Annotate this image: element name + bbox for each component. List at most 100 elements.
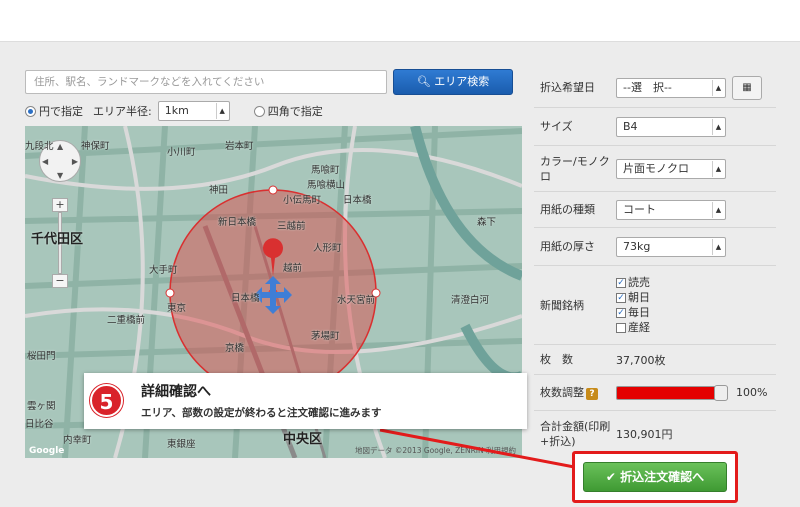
checkbox[interactable]: ✓ [616,292,626,303]
chevron-down-icon: ▲ [712,201,724,218]
map-label: 神田 [209,185,229,196]
adjust-percent: 100% [736,385,768,399]
map-label: 大手町 [149,265,178,276]
chevron-down-icon: ▲ [712,118,724,135]
map-label: 馬喰横山 [307,180,346,191]
map-label: 岩本町 [225,141,254,152]
map-label: 九段北 [25,141,54,152]
circle-radio-label: 円で指定 [39,105,83,118]
count-row: 枚 数 37,700枚 [534,345,776,375]
chevron-down-icon: ▲ [712,238,724,255]
square-radio[interactable] [253,105,265,117]
search-icon: 🔍︎ [416,75,431,88]
square-radio-label: 四角で指定 [267,105,323,118]
map-label: 東銀座 [167,439,196,450]
map-label: 清澄白河 [451,295,490,306]
newspaper-list: ✓ 読売 ✓ 朝日 ✓ 毎日 産経 [616,275,776,335]
newspaper-label: 新聞銘柄 [540,298,584,312]
map-label: 茅場町 [311,331,340,342]
zoom-in-button[interactable]: + [52,198,68,212]
map-label: 三越前 [277,221,306,232]
slider-knob[interactable] [714,384,728,401]
chevron-down-icon: ▲ [712,79,724,96]
total-label: 合計金額(印刷+折込) [540,420,611,448]
date-select[interactable]: --選 択-- ▲ [616,77,726,98]
map-label: 新日本橋 [218,217,257,228]
size-label: サイズ [540,120,573,133]
size-row: サイズ B4 ▲ [534,108,776,146]
count-label: 枚 数 [540,353,573,366]
paper-select[interactable]: コート ▲ [616,199,726,220]
order-confirm-button[interactable]: ✔ 折込注文確認へ [583,462,727,492]
map-label: 馬喰町 [311,165,340,176]
map-label: 東京 [167,303,187,314]
map-label: 水天宮前 [337,295,376,306]
newspaper-checkbox[interactable]: ✓ 毎日 [616,305,776,320]
map-label: 人形町 [313,243,342,254]
chevron-down-icon: ▲ [215,103,228,119]
thickness-label: 用紙の厚さ [540,240,595,253]
newspaper-checkbox[interactable]: ✓ 朝日 [616,290,776,305]
map-label: 二重橋前 [107,315,146,326]
newspaper-checkbox[interactable]: ✓ 読売 [616,275,776,290]
checkbox[interactable]: ✓ [616,307,626,318]
help-icon[interactable]: ? [586,388,598,400]
terms-link[interactable]: 利用規約 [486,446,516,455]
zoom-out-button[interactable]: − [52,274,68,288]
paper-label: 用紙の種類 [540,203,595,216]
step-number-badge: 5 [90,384,123,417]
circle-radio[interactable] [25,105,36,117]
map-label: 内幸町 [63,435,92,446]
google-logo: Google [29,446,65,456]
map-label: 桜田門 [27,351,56,362]
map-label: 雲ヶ関 [27,401,56,412]
map-label: 日本橋 [231,293,260,304]
newspaper-checkbox[interactable]: 産経 [616,320,776,335]
color-select[interactable]: 片面モノクロ ▲ [616,158,726,179]
thickness-row: 用紙の厚さ 73kg ▲ [534,228,776,266]
order-confirm-label: 折込注文確認へ [620,470,705,484]
calendar-button[interactable]: ▦ [732,75,762,100]
adjust-row: 枚数調整? 100% [534,375,776,411]
order-button-highlight: ✔ 折込注文確認へ [572,451,738,503]
callout-title: 詳細確認へ [141,384,211,400]
map-label: 越前 [283,263,303,274]
radius-label: エリア半径: [93,105,152,118]
area-search-button-label: エリア検索 [434,75,490,88]
total-value: 130,901円 [616,428,673,441]
count-value: 37,700枚 [616,353,666,367]
adjust-label: 枚数調整 [540,386,584,399]
map-copyright: 地図データ ©2013 Google, ZENRIN 利用規約 [355,446,516,455]
map-label: 中央区 [283,432,323,447]
color-row: カラー/モノクロ 片面モノクロ ▲ [534,146,776,192]
chevron-down-icon: ▲ [712,160,724,177]
size-select[interactable]: B4 ▲ [616,116,726,137]
radius-select[interactable]: 1km ▲ [157,101,230,121]
area-option-row: 円で指定 エリア半径: 1km ▲ 四角で指定 [25,100,525,122]
checkbox[interactable]: ✓ [616,277,626,288]
adjust-slider[interactable] [616,384,728,401]
calendar-icon: ▦ [742,81,752,93]
date-row: 折込希望日 --選 択-- ▲ ▦ [534,68,776,108]
search-input[interactable]: 住所、駅名、ランドマークなどを入れてください [25,70,387,94]
color-label: カラー/モノクロ [540,154,610,183]
order-form: 折込希望日 --選 択-- ▲ ▦ サイズ B4 ▲ カラー/モノクロ 片面モノ… [534,68,776,457]
map-label: 小伝馬町 [283,195,322,206]
map-label: 千代田区 [31,232,84,247]
map-label: 京橋 [225,343,245,354]
paper-row: 用紙の種類 コート ▲ [534,192,776,228]
step-callout: 5 詳細確認へ エリア、部数の設定が終わると注文確認に進みます [84,373,527,429]
newspaper-row: 新聞銘柄 ✓ 読売 ✓ 朝日 ✓ 毎日 産経 [534,266,776,345]
map-label: 神保町 [81,141,110,152]
map-label: 日本橋 [343,195,372,206]
map-label: 小川町 [167,147,196,158]
thickness-select[interactable]: 73kg ▲ [616,236,726,257]
map-label: 森下 [477,217,497,228]
checkbox[interactable] [616,322,626,333]
area-search-button[interactable]: 🔍︎ エリア検索 [393,69,513,95]
date-label: 折込希望日 [540,81,595,94]
callout-description: エリア、部数の設定が終わると注文確認に進みます [141,407,382,419]
check-icon: ✔ [605,470,616,484]
map-label: 日比谷 [25,419,54,430]
radius-select-value: 1km [164,104,189,117]
